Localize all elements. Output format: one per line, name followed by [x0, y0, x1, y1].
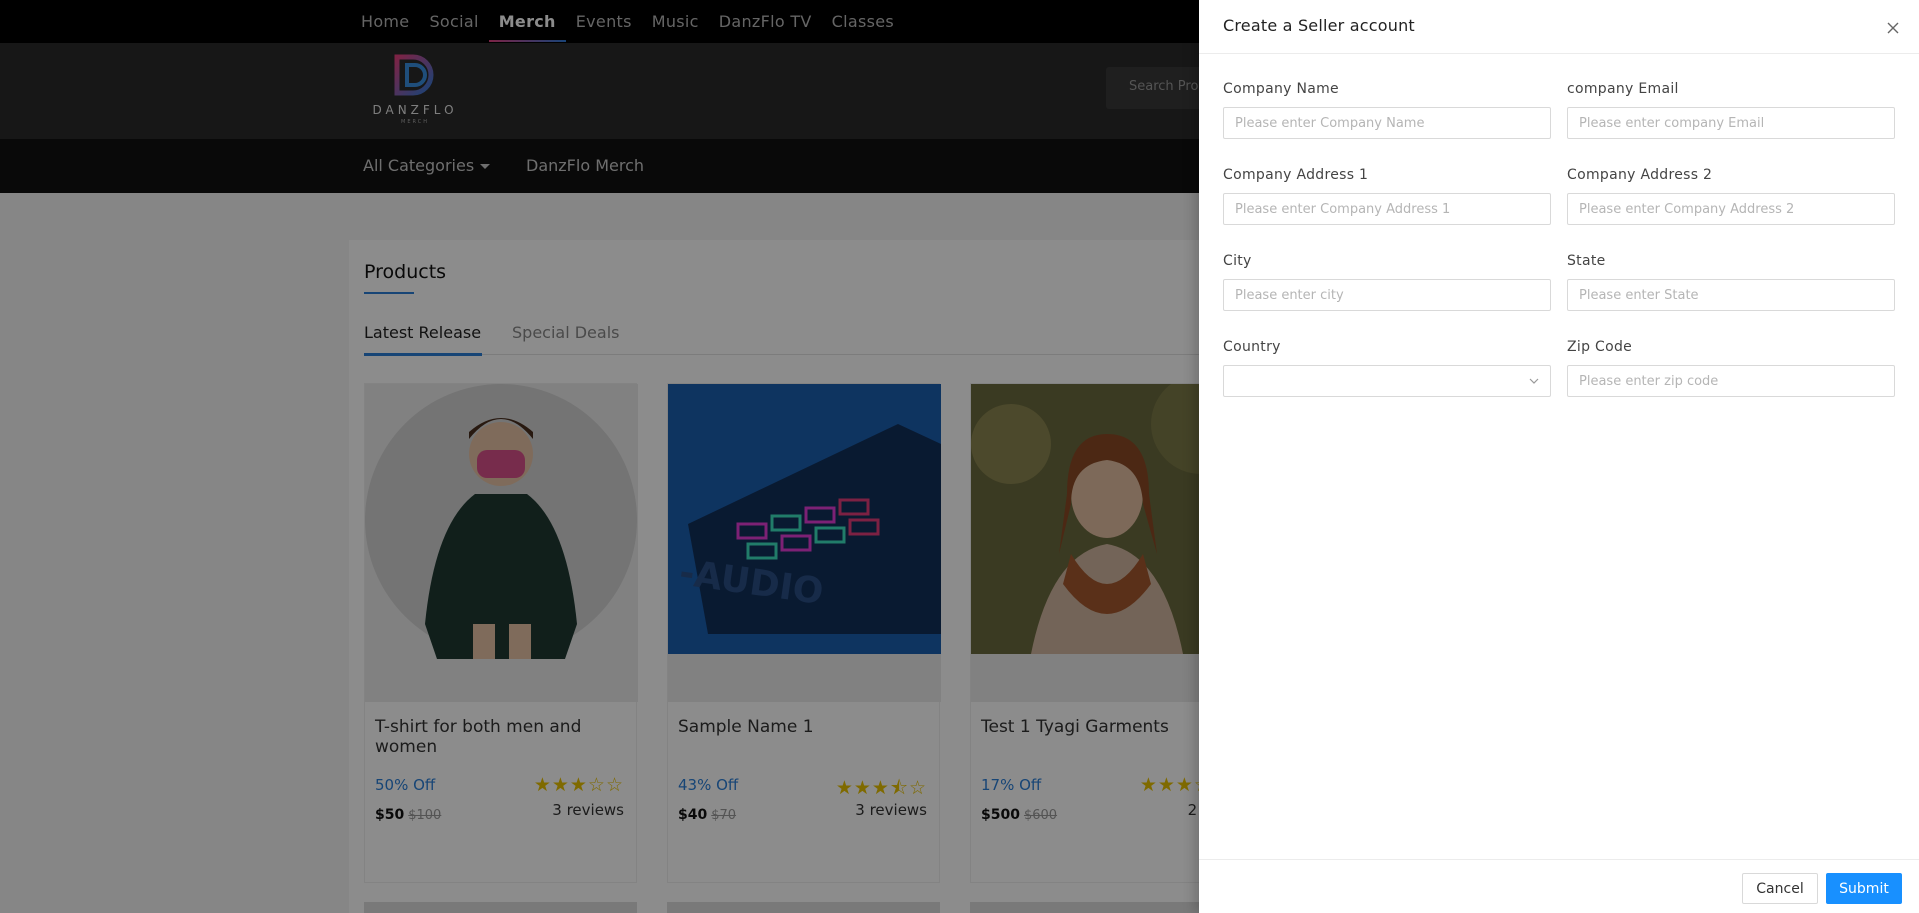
company-address-2-input[interactable] [1567, 193, 1895, 225]
company-name-input[interactable] [1223, 107, 1551, 139]
drawer-footer: Cancel Submit [1199, 859, 1919, 913]
zip-code-label: Zip Code [1567, 339, 1633, 355]
drawer-title: Create a Seller account [1223, 16, 1415, 35]
company-address-1-label: Company Address 1 [1223, 167, 1369, 183]
submit-button[interactable]: Submit [1826, 873, 1902, 904]
company-name-label: Company Name [1223, 81, 1339, 97]
country-select[interactable] [1223, 365, 1551, 397]
city-input[interactable] [1223, 279, 1551, 311]
zip-code-input[interactable] [1567, 365, 1895, 397]
company-address-1-input[interactable] [1223, 193, 1551, 225]
city-label: City [1223, 253, 1252, 269]
company-email-input[interactable] [1567, 107, 1895, 139]
drawer-header: Create a Seller account [1199, 0, 1919, 54]
seller-account-drawer: Create a Seller account Company Name com… [1199, 0, 1919, 913]
close-button[interactable] [1883, 18, 1903, 38]
company-email-label: company Email [1567, 81, 1679, 97]
state-label: State [1567, 253, 1606, 269]
close-icon [1887, 22, 1899, 34]
state-input[interactable] [1567, 279, 1895, 311]
cancel-button[interactable]: Cancel [1742, 873, 1818, 904]
chevron-down-icon [1529, 378, 1539, 384]
company-address-2-label: Company Address 2 [1567, 167, 1713, 183]
country-label: Country [1223, 339, 1281, 355]
